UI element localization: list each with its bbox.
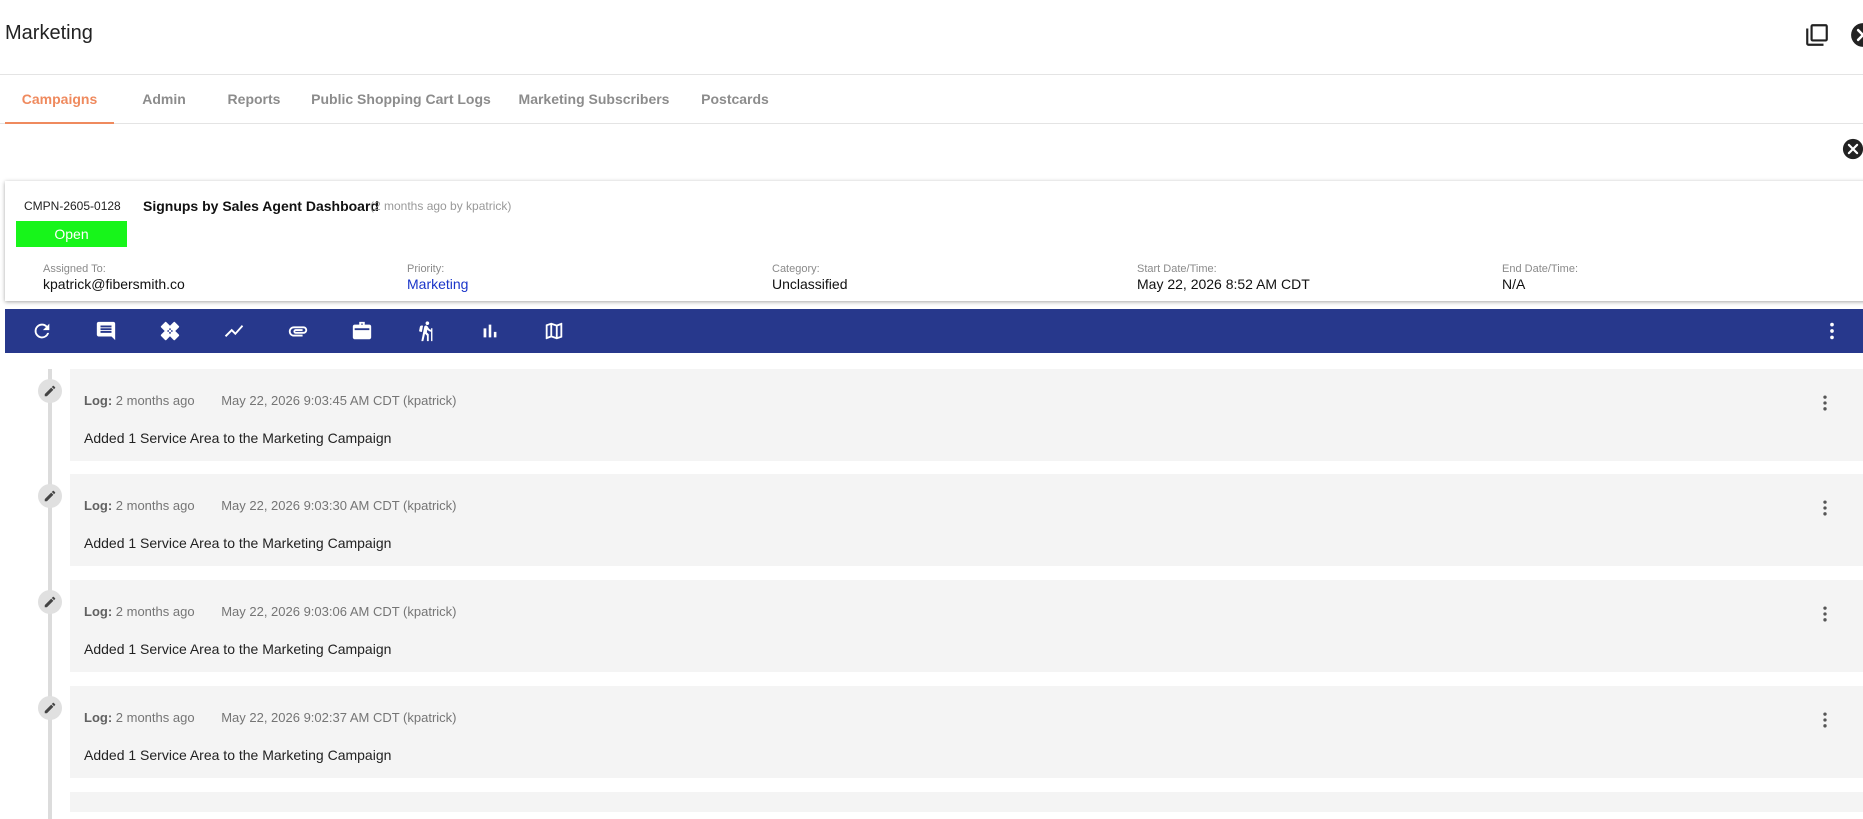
tab-admin[interactable]: Admin — [130, 75, 198, 124]
edit-pencil-icon — [38, 379, 62, 403]
assigned-to-field: Assigned To: kpatrick@fibersmith.co — [43, 263, 185, 292]
log-entry: Log: 2 months ago May 22, 2026 9:02:37 A… — [70, 686, 1863, 778]
attachment-icon[interactable] — [287, 320, 309, 342]
tab-postcards[interactable]: Postcards — [694, 75, 776, 124]
campaign-meta: (2 months ago by kpatrick) — [370, 199, 512, 213]
bandage-icon[interactable] — [159, 320, 181, 342]
action-toolbar — [5, 309, 1863, 353]
close-window-icon[interactable] — [1850, 22, 1863, 48]
log-header: Log: 2 months ago May 22, 2026 9:02:37 A… — [84, 710, 457, 725]
field-label: Priority: — [407, 263, 445, 275]
assigned-to-value: kpatrick@fibersmith.co — [43, 276, 185, 292]
log-header: Log: 2 months ago May 22, 2026 9:03:45 A… — [84, 393, 457, 408]
hiker-icon[interactable] — [415, 320, 437, 342]
priority-field: Priority: Marketing — [407, 263, 468, 292]
log-label: Log: — [84, 393, 113, 408]
log-date: May 22, 2026 9:03:06 AM CDT (kpatrick) — [221, 604, 457, 619]
log-date: May 22, 2026 9:03:45 AM CDT (kpatrick) — [221, 393, 457, 408]
log-text: Added 1 Service Area to the Marketing Ca… — [84, 430, 392, 446]
comment-icon[interactable] — [95, 320, 117, 342]
edit-pencil-icon — [38, 696, 62, 720]
start-datetime-field: Start Date/Time: May 22, 2026 8:52 AM CD… — [1137, 263, 1310, 292]
more-vert-icon[interactable] — [1815, 498, 1835, 518]
field-label: Assigned To: — [43, 263, 106, 275]
refresh-icon[interactable] — [31, 320, 53, 342]
log-date: May 22, 2026 9:03:30 AM CDT (kpatrick) — [221, 498, 457, 513]
trend-line-icon[interactable] — [223, 320, 245, 342]
end-datetime-field: End Date/Time: N/A — [1502, 263, 1578, 292]
tab-marketing-subscribers[interactable]: Marketing Subscribers — [515, 75, 673, 124]
category-value: Unclassified — [772, 276, 848, 292]
tab-campaigns[interactable]: Campaigns — [5, 75, 114, 124]
more-vert-icon[interactable] — [1821, 320, 1843, 342]
log-text: Added 1 Service Area to the Marketing Ca… — [84, 747, 392, 763]
log-age: 2 months ago — [115, 393, 195, 408]
log-header: Log: 2 months ago May 22, 2026 9:03:06 A… — [84, 604, 457, 619]
tab-public-shopping-cart-logs[interactable]: Public Shopping Cart Logs — [310, 75, 492, 124]
popout-window-icon[interactable] — [1804, 22, 1830, 48]
bar-chart-icon[interactable] — [479, 320, 501, 342]
status-badge: Open — [16, 221, 127, 247]
log-text: Added 1 Service Area to the Marketing Ca… — [84, 641, 392, 657]
log-age: 2 months ago — [115, 604, 195, 619]
campaign-title: Signups by Sales Agent Dashboard — [143, 198, 379, 214]
log-date: May 22, 2026 9:02:37 AM CDT (kpatrick) — [221, 710, 457, 725]
field-label: Category: — [772, 263, 820, 275]
log-label: Log: — [84, 710, 113, 725]
more-vert-icon[interactable] — [1815, 710, 1835, 730]
log-label: Log: — [84, 498, 113, 513]
campaign-card: CMPN-2605-0128 Open Signups by Sales Age… — [5, 181, 1863, 301]
category-field: Category: Unclassified — [772, 263, 847, 292]
log-entry: Log: 2 months ago May 22, 2026 9:03:30 A… — [70, 474, 1863, 566]
log-entry — [70, 792, 1863, 812]
log-text: Added 1 Service Area to the Marketing Ca… — [84, 535, 392, 551]
campaign-id: CMPN-2605-0128 — [24, 199, 121, 213]
more-vert-icon[interactable] — [1815, 393, 1835, 413]
page-title: Marketing — [5, 22, 93, 44]
log-entry: Log: 2 months ago May 22, 2026 9:03:45 A… — [70, 369, 1863, 461]
tab-bar: Campaigns Admin Reports Public Shopping … — [0, 74, 1863, 124]
log-age: 2 months ago — [115, 710, 195, 725]
edit-pencil-icon — [38, 484, 62, 508]
log-label: Log: — [84, 604, 113, 619]
log-entry: Log: 2 months ago May 22, 2026 9:03:06 A… — [70, 580, 1863, 672]
start-datetime-value: May 22, 2026 8:52 AM CDT — [1137, 276, 1310, 292]
briefcase-icon[interactable] — [351, 320, 373, 342]
field-label: End Date/Time: — [1502, 263, 1579, 275]
tab-reports[interactable]: Reports — [218, 75, 290, 124]
more-vert-icon[interactable] — [1815, 604, 1835, 624]
field-label: Start Date/Time: — [1137, 263, 1217, 275]
map-icon[interactable] — [543, 320, 565, 342]
edit-pencil-icon — [38, 590, 62, 614]
log-header: Log: 2 months ago May 22, 2026 9:03:30 A… — [84, 498, 457, 513]
app-header: Marketing — [0, 0, 1863, 72]
close-panel-icon[interactable] — [1842, 138, 1863, 160]
log-age: 2 months ago — [115, 498, 195, 513]
priority-link[interactable]: Marketing — [407, 276, 468, 292]
end-datetime-value: N/A — [1502, 276, 1526, 292]
